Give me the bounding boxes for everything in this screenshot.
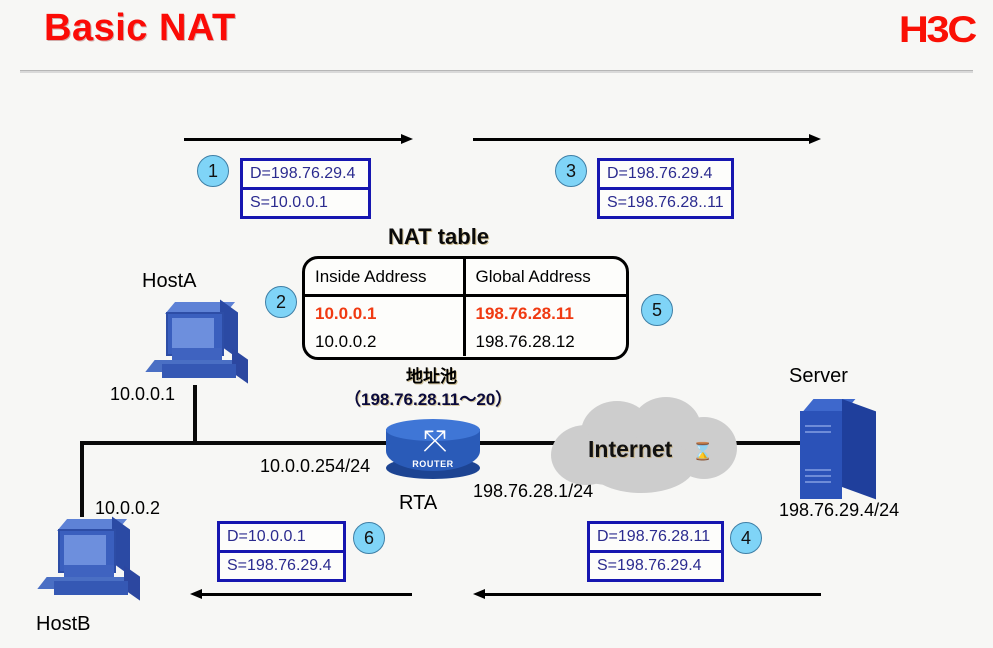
- h3c-logo: H3C: [898, 9, 977, 50]
- nat-inside-value-2: 10.0.0.2: [315, 332, 377, 351]
- router-inside-ip-label: 10.0.0.254/24: [260, 456, 371, 476]
- nat-global-value-2: 198.76.28.12: [475, 332, 575, 351]
- step-badge-4: 4: [730, 522, 762, 554]
- hostB-name: HostB: [36, 613, 91, 635]
- server-ip-label: 198.76.29.4/24: [779, 500, 900, 520]
- address-pool-range: （198.76.28.11～20）: [344, 390, 513, 409]
- lan-bus-segment: [80, 441, 390, 445]
- packet-box-4: D=198.76.28.11 S=198.76.29.4: [587, 521, 724, 582]
- router-icon: ⤧ ROUTER: [386, 419, 480, 481]
- address-pool-label: 地址池: [406, 367, 457, 386]
- step-badge-3: 3: [555, 155, 587, 187]
- step-badge-6: 6: [353, 522, 385, 554]
- nat-table-title: NAT table: [388, 224, 490, 249]
- flow-arrow-outbound-inside: [184, 134, 413, 145]
- router-arrows-glyph: ⤧: [423, 425, 447, 458]
- step-badge-1: 1: [197, 155, 229, 187]
- server-icon: [800, 399, 878, 500]
- nat-global-column: 198.76.28.11 198.76.28.12: [466, 297, 627, 356]
- packet-box-3: D=198.76.29.4 S=198.76.28..11: [597, 158, 734, 219]
- router-tag: ROUTER: [412, 459, 454, 469]
- packet-1-src: S=10.0.0.1: [250, 194, 328, 211]
- hostB-ip-label: 10.0.0.2: [95, 498, 161, 518]
- nat-col-global-address: Global Address: [475, 266, 591, 286]
- nat-inside-column: 10.0.0.1 10.0.0.2: [305, 297, 466, 356]
- hourglass-cursor-icon: ⌛: [692, 442, 714, 461]
- packet-4-dest: D=198.76.28.11: [590, 524, 721, 553]
- packet-box-1: D=198.76.29.4 S=10.0.0.1: [240, 158, 371, 219]
- hostA-ip-label: 10.0.0.1: [110, 384, 176, 404]
- nat-global-value-1: 198.76.28.11: [475, 304, 574, 323]
- hostA-icon: [145, 298, 258, 393]
- hostB-icon: [37, 515, 150, 610]
- internet-label: Internet: [588, 436, 673, 462]
- hostA-link: [193, 385, 197, 443]
- packet-6-src: S=198.76.29.4: [227, 557, 332, 574]
- page-title: Basic NAT: [44, 7, 236, 49]
- packet-4-src: S=198.76.29.4: [597, 557, 702, 574]
- flow-arrow-inbound-inside: [190, 589, 412, 600]
- hostB-link: [80, 441, 84, 517]
- router-name-label: RTA: [399, 492, 438, 514]
- step-badge-5: 5: [641, 294, 673, 326]
- packet-box-6: D=10.0.0.1 S=198.76.29.4: [217, 521, 346, 582]
- flow-arrow-outbound-outside: [473, 134, 821, 145]
- packet-6-dest: D=10.0.0.1: [220, 524, 343, 553]
- nat-table: Inside Address Global Address 10.0.0.1 1…: [302, 256, 629, 360]
- flow-arrow-inbound-outside: [473, 589, 821, 600]
- step-badge-2: 2: [265, 286, 297, 318]
- nat-table-header-row: Inside Address Global Address: [305, 259, 626, 297]
- packet-3-src: S=198.76.28..11: [607, 194, 724, 211]
- nat-inside-value-1: 10.0.0.1: [315, 304, 377, 323]
- packet-3-dest: D=198.76.29.4: [600, 161, 731, 190]
- header-divider: [20, 70, 973, 73]
- packet-1-dest: D=198.76.29.4: [243, 161, 368, 190]
- nat-table-body: 10.0.0.1 10.0.0.2 198.76.28.11 198.76.28…: [305, 297, 626, 356]
- slide-canvas: Basic NAT H3C 1 D=198.76.29.4 S=10.0.0.1…: [0, 0, 993, 648]
- nat-col-inside-address: Inside Address: [305, 259, 466, 294]
- hostA-name: HostA: [142, 270, 197, 292]
- server-name-label: Server: [789, 365, 848, 387]
